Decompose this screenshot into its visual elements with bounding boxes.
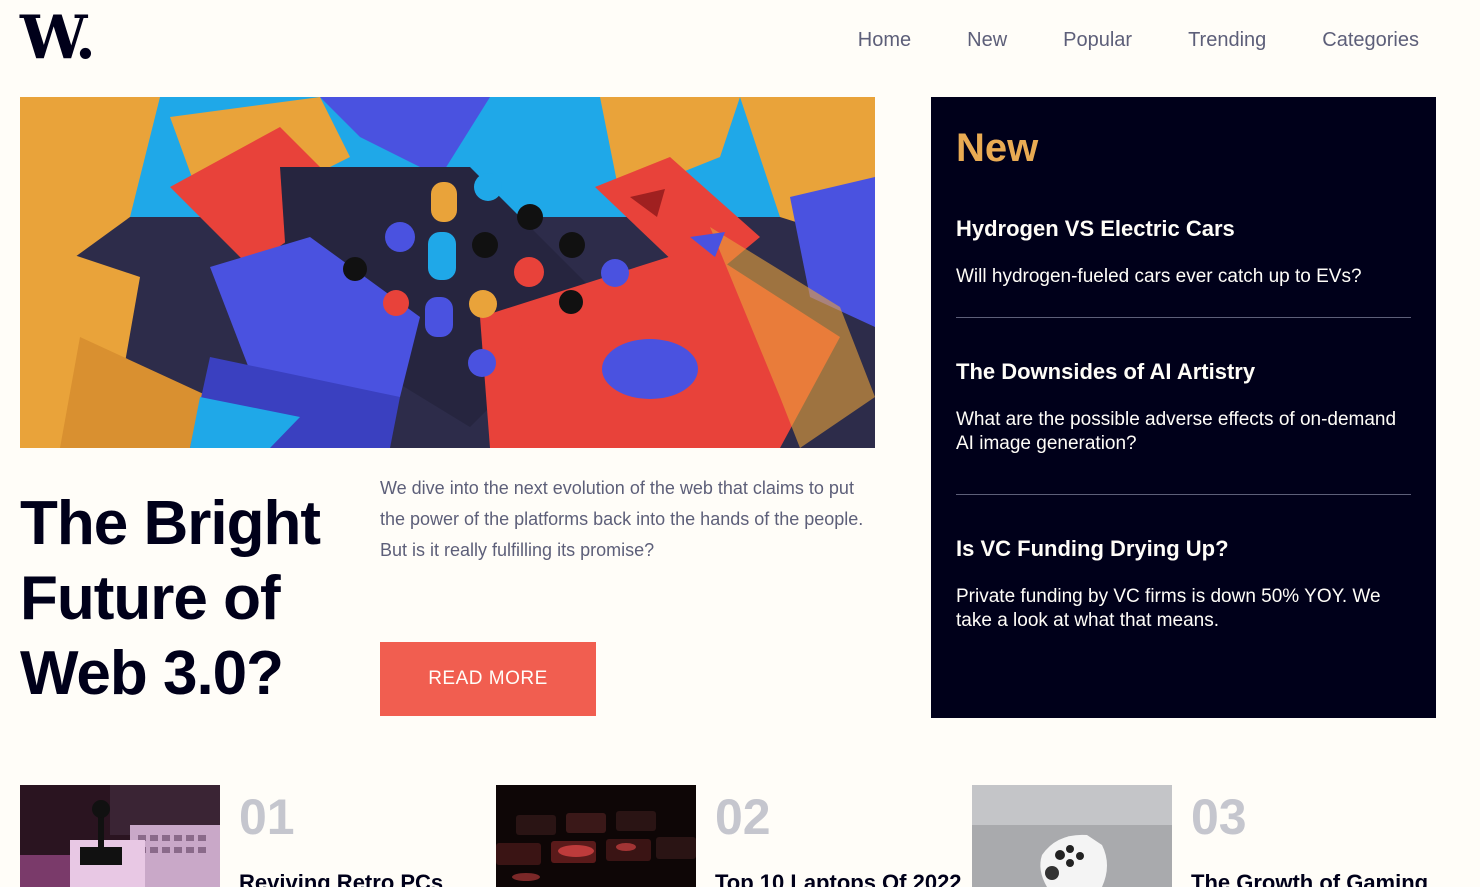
retro-pc-thumbnail[interactable] bbox=[20, 785, 220, 887]
divider bbox=[956, 317, 1411, 318]
hero-headline: The Bright Future of Web 3.0? bbox=[20, 489, 321, 708]
main-nav: Home New Popular Trending Categories bbox=[858, 27, 1419, 53]
new-article-title[interactable]: Hydrogen VS Electric Cars bbox=[956, 215, 1411, 243]
new-article-description: What are the possible adverse effects of… bbox=[956, 409, 1397, 454]
top-list-item-1[interactable]: 01 Reviving Retro PCs bbox=[20, 785, 460, 887]
new-article-1[interactable]: Hydrogen VS Electric Cars Will hydrogen-… bbox=[956, 215, 1411, 289]
list-number: 01 bbox=[239, 789, 295, 845]
nav-trending[interactable]: Trending bbox=[1188, 27, 1266, 53]
list-number: 03 bbox=[1191, 789, 1247, 845]
list-item-title[interactable]: Top 10 Laptops Of 2022 bbox=[715, 869, 962, 887]
divider bbox=[956, 494, 1411, 495]
list-item-title[interactable]: Reviving Retro PCs bbox=[239, 869, 443, 887]
read-more-button[interactable]: READ MORE bbox=[380, 642, 596, 716]
new-articles-panel: New Hydrogen VS Electric Cars Will hydro… bbox=[931, 97, 1436, 718]
nav-popular[interactable]: Popular bbox=[1063, 27, 1132, 53]
nav-new[interactable]: New bbox=[967, 27, 1007, 53]
nav-categories[interactable]: Categories bbox=[1322, 27, 1419, 53]
new-article-description: Will hydrogen-fueled cars ever catch up … bbox=[956, 266, 1362, 287]
hero-image bbox=[20, 97, 875, 448]
list-item-title[interactable]: The Growth of Gaming bbox=[1191, 869, 1428, 887]
top-list-item-3[interactable]: 03 The Growth of Gaming bbox=[972, 785, 1428, 887]
nav-home[interactable]: Home bbox=[858, 27, 911, 53]
new-panel-title: New bbox=[956, 126, 1039, 170]
new-article-3[interactable]: Is VC Funding Drying Up? Private funding… bbox=[956, 535, 1411, 633]
site-logo[interactable]: W. bbox=[20, 8, 96, 68]
gaming-controller-thumbnail[interactable] bbox=[972, 785, 1172, 887]
list-number: 02 bbox=[715, 789, 771, 845]
new-article-title[interactable]: The Downsides of AI Artistry bbox=[956, 358, 1411, 386]
new-article-2[interactable]: The Downsides of AI Artistry What are th… bbox=[956, 358, 1411, 456]
new-article-description: Private funding by VC firms is down 50% … bbox=[956, 586, 1381, 631]
new-article-title[interactable]: Is VC Funding Drying Up? bbox=[956, 535, 1411, 563]
laptop-thumbnail[interactable] bbox=[496, 785, 696, 887]
hero-description: We dive into the next evolution of the w… bbox=[380, 478, 864, 560]
top-list-item-2[interactable]: 02 Top 10 Laptops Of 2022 bbox=[496, 785, 962, 887]
